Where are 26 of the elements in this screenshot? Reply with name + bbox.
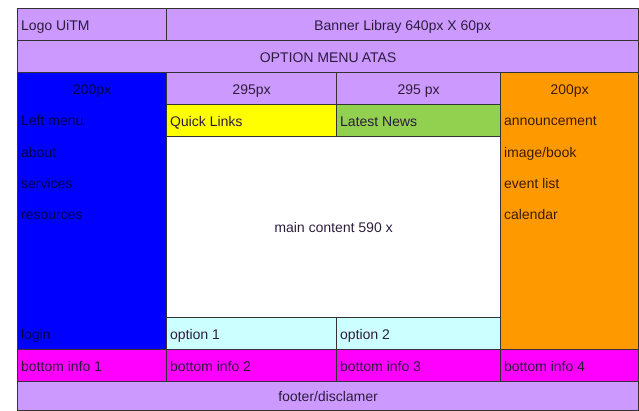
menu-label: about [20,142,58,162]
width-label: 295px [167,73,337,105]
section-label: Latest News [337,105,501,137]
width-label: 295 px [337,73,501,105]
menu-label: calendar [503,204,559,224]
bottom-info-label: bottom info 3 [337,350,501,382]
menu-label: Left menu [20,111,84,130]
bottom-info-label: bottom info 2 [167,350,337,382]
main-content-area: main content 590 x [167,137,501,318]
bottom-info-label: bottom info 1 [18,350,167,382]
bottom-info-label: bottom info 4 [501,350,639,382]
menu-label: announcement [503,111,598,130]
menu-label: event list [503,174,560,192]
option-label: option 1 [167,318,337,350]
menu-label: resources [20,204,84,224]
logo-label: Logo UiTM [18,9,167,41]
menu-label: image/book [503,142,578,162]
footer-bar: footer/disclamer [18,382,639,411]
width-label: 200px [549,80,590,99]
banner-label: Banner Libray 640px X 60px [167,9,639,41]
width-label: 200px [72,80,112,99]
login-label: login [20,324,52,344]
menu-label: services [20,174,74,192]
section-label: Quick Links [167,105,337,137]
option-label: option 2 [337,318,501,350]
menu-bar: OPTION MENU ATAS [18,41,639,73]
